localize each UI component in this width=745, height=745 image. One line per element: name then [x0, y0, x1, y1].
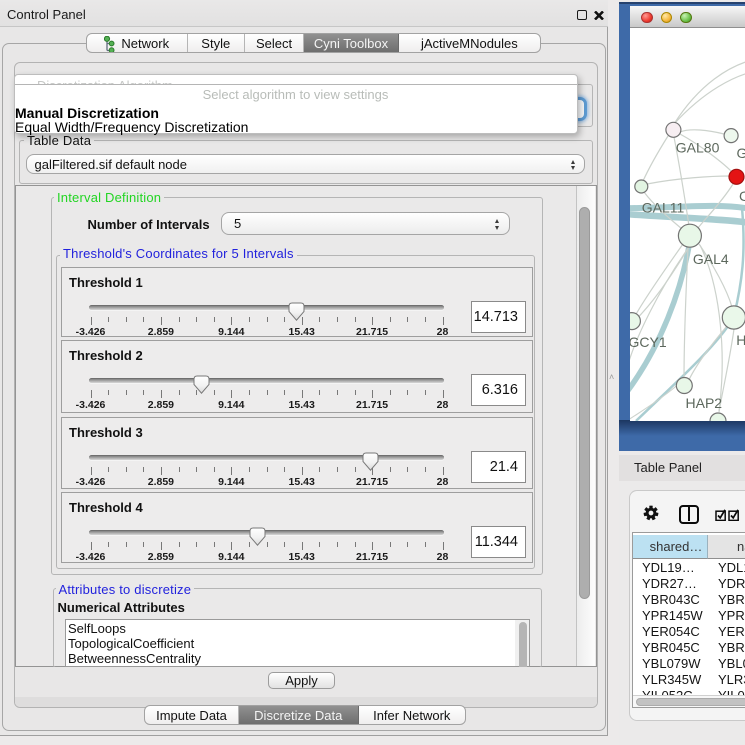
svg-text:GCY1: GCY1: [630, 334, 667, 350]
svg-text:GAL11: GAL11: [642, 200, 685, 216]
svg-text:C: C: [739, 188, 745, 204]
svg-text:GAL4: GAL4: [693, 251, 729, 267]
svg-text:GAL7: GAL7: [737, 145, 745, 161]
svg-text:GAL80: GAL80: [676, 140, 720, 156]
svg-text:HIS: HIS: [736, 332, 745, 348]
svg-text:HAP2: HAP2: [686, 395, 723, 411]
